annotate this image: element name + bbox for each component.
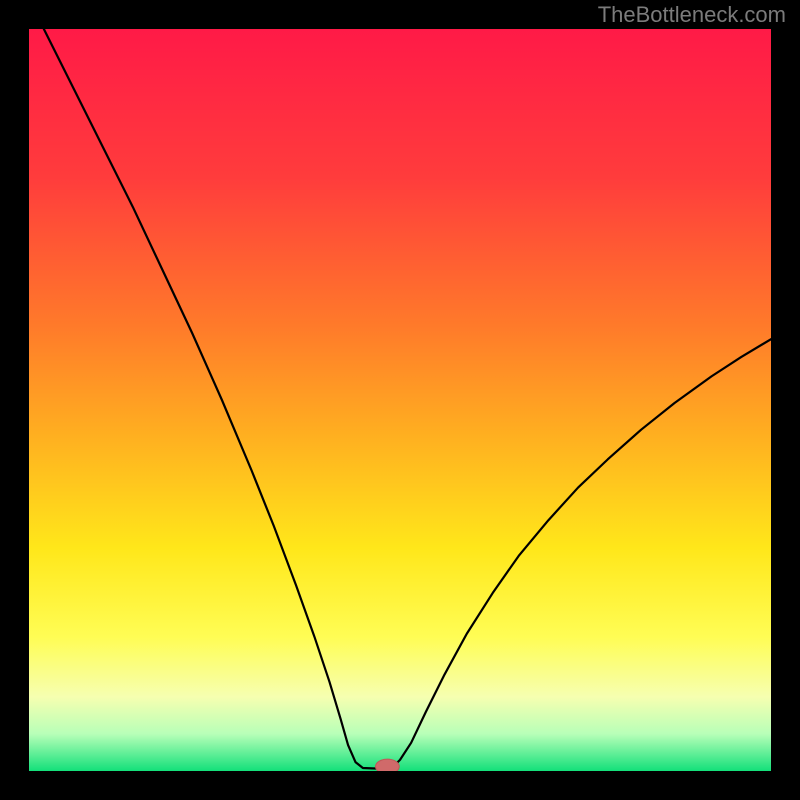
plot-background: [29, 29, 771, 771]
optimal-point-marker: [376, 759, 400, 774]
bottleneck-chart: [0, 0, 800, 800]
chart-frame: { "watermark": "TheBottleneck.com", "col…: [0, 0, 800, 800]
watermark-text: TheBottleneck.com: [598, 2, 786, 28]
